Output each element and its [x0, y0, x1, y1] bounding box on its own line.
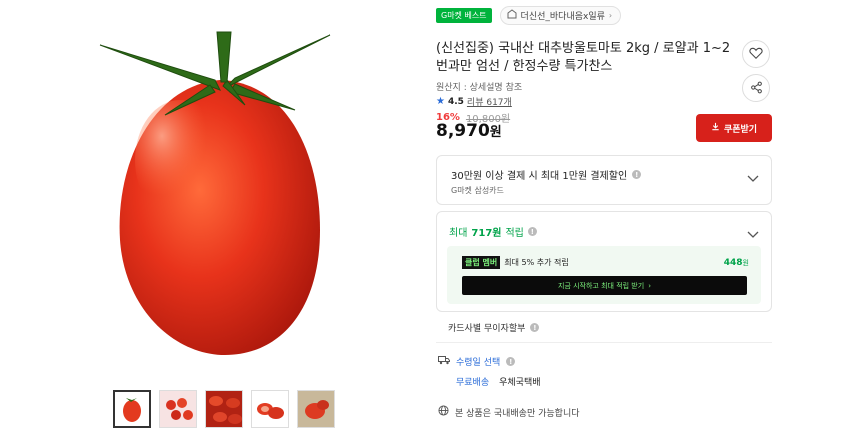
- points-amount: 717원: [471, 228, 502, 239]
- price-unit: 원: [489, 125, 502, 140]
- points-prefix: 최대: [449, 228, 468, 239]
- info-icon[interactable]: !: [530, 323, 540, 332]
- club-start-button[interactable]: 지금 시작하고 최대 적립 받기 ›: [462, 276, 747, 295]
- club-member-amount: 448원: [724, 258, 749, 268]
- coupon-button-label: 쿠폰받기: [723, 124, 758, 135]
- domestic-notice: 본 상품은 국내배송만 가능합니다: [438, 405, 580, 419]
- card-installment-row: 카드사별 무이자할부 !: [448, 321, 540, 334]
- price-value: 8,970: [436, 121, 490, 141]
- best-badge: G마켓 베스트: [436, 8, 492, 23]
- club-member-amount-value: 448: [723, 257, 743, 268]
- thumbnail-strip: [113, 390, 335, 428]
- shipping-section: 수령일 선택 ! 무료배송 우체국택배: [438, 355, 541, 388]
- shipping-carrier: 우체국택배: [499, 378, 541, 388]
- info-icon[interactable]: !: [506, 357, 516, 366]
- delivery-date-select[interactable]: 수령일 선택: [456, 355, 500, 368]
- share-button[interactable]: [742, 74, 770, 102]
- rating-score: 4.5: [447, 96, 464, 107]
- chevron-right-icon: ›: [608, 11, 613, 20]
- review-count-link[interactable]: 리뷰 617개: [467, 95, 512, 108]
- payment-benefit-card: G마켓 삼성카드: [451, 186, 504, 195]
- seller-name: 더신선_바다내음x일류: [520, 12, 605, 22]
- club-member-badge: 클럽 멤버: [462, 256, 501, 269]
- club-member-text: 최대 5% 추가 적립: [504, 258, 569, 267]
- thumbnail-2[interactable]: [159, 390, 197, 428]
- domestic-notice-text: 본 상품은 국내배송만 가능합니다: [455, 408, 580, 419]
- chevron-down-icon[interactable]: [747, 224, 759, 243]
- share-icon: [750, 79, 763, 98]
- product-main-image: [95, 10, 345, 360]
- store-icon: [507, 9, 517, 22]
- seller-link[interactable]: 더신선_바다내음x일류 ›: [499, 6, 622, 25]
- payment-benefit-box[interactable]: 30만원 이상 결제 시 최대 1만원 결제할인 ! G마켓 삼성카드: [436, 155, 772, 205]
- info-icon[interactable]: !: [527, 227, 537, 236]
- rating-row: ★ 4.5 리뷰 617개: [436, 95, 512, 108]
- points-box: 최대 717원 적립 ! 클럽 멤버 최대 5% 추가 적립 448원 지금 시…: [436, 211, 772, 312]
- divider: [436, 342, 772, 343]
- truck-icon: [438, 355, 450, 368]
- shipping-fee-label: 무료배송: [456, 378, 490, 388]
- globe-icon: [438, 405, 449, 419]
- wishlist-button[interactable]: [742, 40, 770, 68]
- star-icon: ★: [436, 96, 445, 107]
- sale-price: 8,970원: [436, 121, 502, 141]
- thumbnail-1[interactable]: [113, 390, 151, 428]
- card-installment-text: 카드사별 무이자할부: [448, 324, 526, 334]
- origin-text: 원산지 : 상세설명 참조: [436, 83, 523, 93]
- thumbnail-5[interactable]: [297, 390, 335, 428]
- info-icon[interactable]: !: [632, 170, 642, 179]
- club-member-panel: 클럽 멤버 최대 5% 추가 적립 448원 지금 시작하고 최대 적립 받기 …: [447, 246, 761, 304]
- coupon-button[interactable]: 쿠폰받기: [696, 114, 772, 142]
- chevron-right-icon: ›: [648, 281, 651, 290]
- product-title: (신선집중) 국내산 대추방울토마토 2kg / 로얄과 1~2번과만 엄선 /…: [436, 41, 731, 74]
- heart-icon: [749, 45, 763, 64]
- thumbnail-4[interactable]: [251, 390, 289, 428]
- points-suffix: 적립: [505, 228, 524, 239]
- thumbnail-3[interactable]: [205, 390, 243, 428]
- chevron-down-icon[interactable]: [747, 168, 759, 187]
- club-start-label: 지금 시작하고 최대 적립 받기: [558, 281, 645, 290]
- payment-benefit-title: 30만원 이상 결제 시 최대 1만원 결제할인: [451, 171, 628, 182]
- club-member-amount-unit: 원: [742, 258, 749, 267]
- download-icon: [711, 122, 720, 134]
